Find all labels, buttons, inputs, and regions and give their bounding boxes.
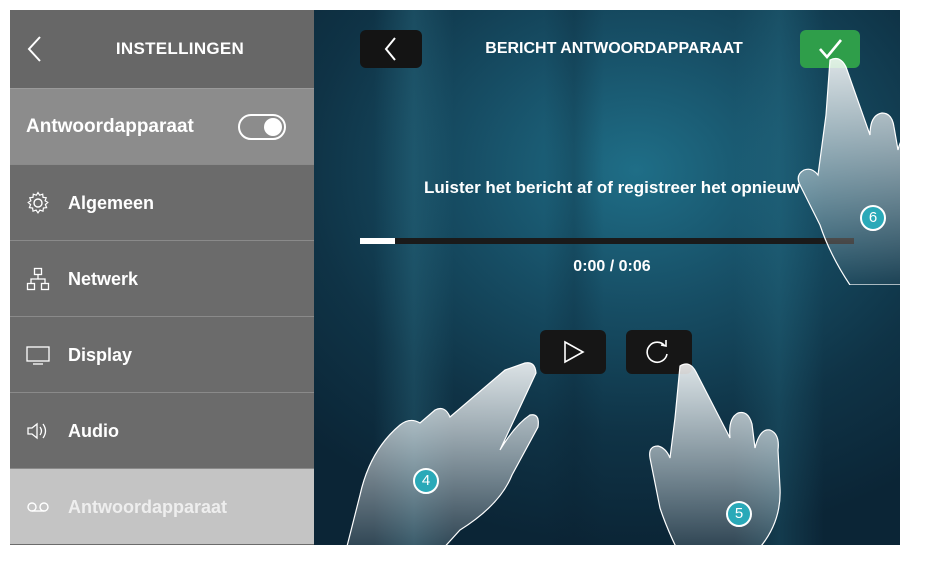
sidebar-item-netwerk[interactable]: Netwerk — [10, 240, 314, 316]
device-screen: INSTELLINGEN Antwoordapparaat Algemeen N… — [10, 10, 900, 545]
toggle-label: Antwoordapparaat — [26, 116, 194, 137]
sidebar-item-label: Netwerk — [68, 269, 139, 289]
sidebar-item-audio[interactable]: Audio — [10, 392, 314, 468]
settings-sidebar: INSTELLINGEN Antwoordapparaat Algemeen N… — [10, 10, 314, 545]
sidebar-item-label: Antwoordapparaat — [68, 497, 228, 517]
instruction-text: Luister het bericht af of registreer het… — [424, 178, 800, 197]
speaker-icon — [27, 422, 47, 440]
checkmark-icon — [819, 39, 843, 60]
callout-badge: 6 — [860, 205, 886, 231]
confirm-button[interactable] — [800, 30, 860, 68]
rerecord-icon — [646, 340, 668, 363]
playback-time: 0:00 / 0:06 — [573, 258, 651, 275]
rerecord-button[interactable] — [626, 330, 692, 374]
callout-badge: 4 — [413, 468, 439, 494]
chevron-left-icon — [27, 36, 41, 62]
sidebar-back-button[interactable] — [24, 34, 46, 64]
sidebar-item-algemeen[interactable]: Algemeen — [10, 164, 314, 240]
background-streak — [374, 10, 454, 545]
playback-progress-fill — [360, 238, 395, 244]
sidebar-item-label: Display — [68, 345, 133, 365]
toggle-knob — [264, 118, 282, 136]
page-title: BERICHT ANTWOORDAPPARAAT — [485, 40, 743, 57]
back-button[interactable] — [360, 30, 422, 68]
monitor-icon — [26, 346, 50, 365]
background-streak — [544, 10, 604, 545]
voicemail-icon — [27, 502, 49, 512]
background-streak — [734, 10, 824, 545]
network-icon — [26, 267, 50, 291]
gear-icon — [27, 191, 49, 214]
chevron-left-icon — [384, 37, 396, 61]
sidebar-item-label: Algemeen — [68, 193, 155, 213]
sidebar-item-antwoordapparaat[interactable]: Antwoordapparaat — [10, 468, 314, 544]
callout-badge: 5 — [726, 501, 752, 527]
play-icon — [564, 340, 585, 364]
sidebar-item-display[interactable]: Display — [10, 316, 314, 392]
main-panel: BERICHT ANTWOORDAPPARAAT Luister het ber… — [314, 10, 900, 545]
play-button[interactable] — [540, 330, 606, 374]
sidebar-item-label: Audio — [68, 421, 119, 441]
answering-machine-toggle[interactable] — [238, 114, 286, 140]
playback-progress-bar[interactable] — [360, 238, 854, 244]
sidebar-title: INSTELLINGEN — [115, 39, 245, 58]
sidebar-header: INSTELLINGEN — [10, 10, 314, 88]
answering-machine-toggle-row: Antwoordapparaat — [10, 88, 314, 164]
